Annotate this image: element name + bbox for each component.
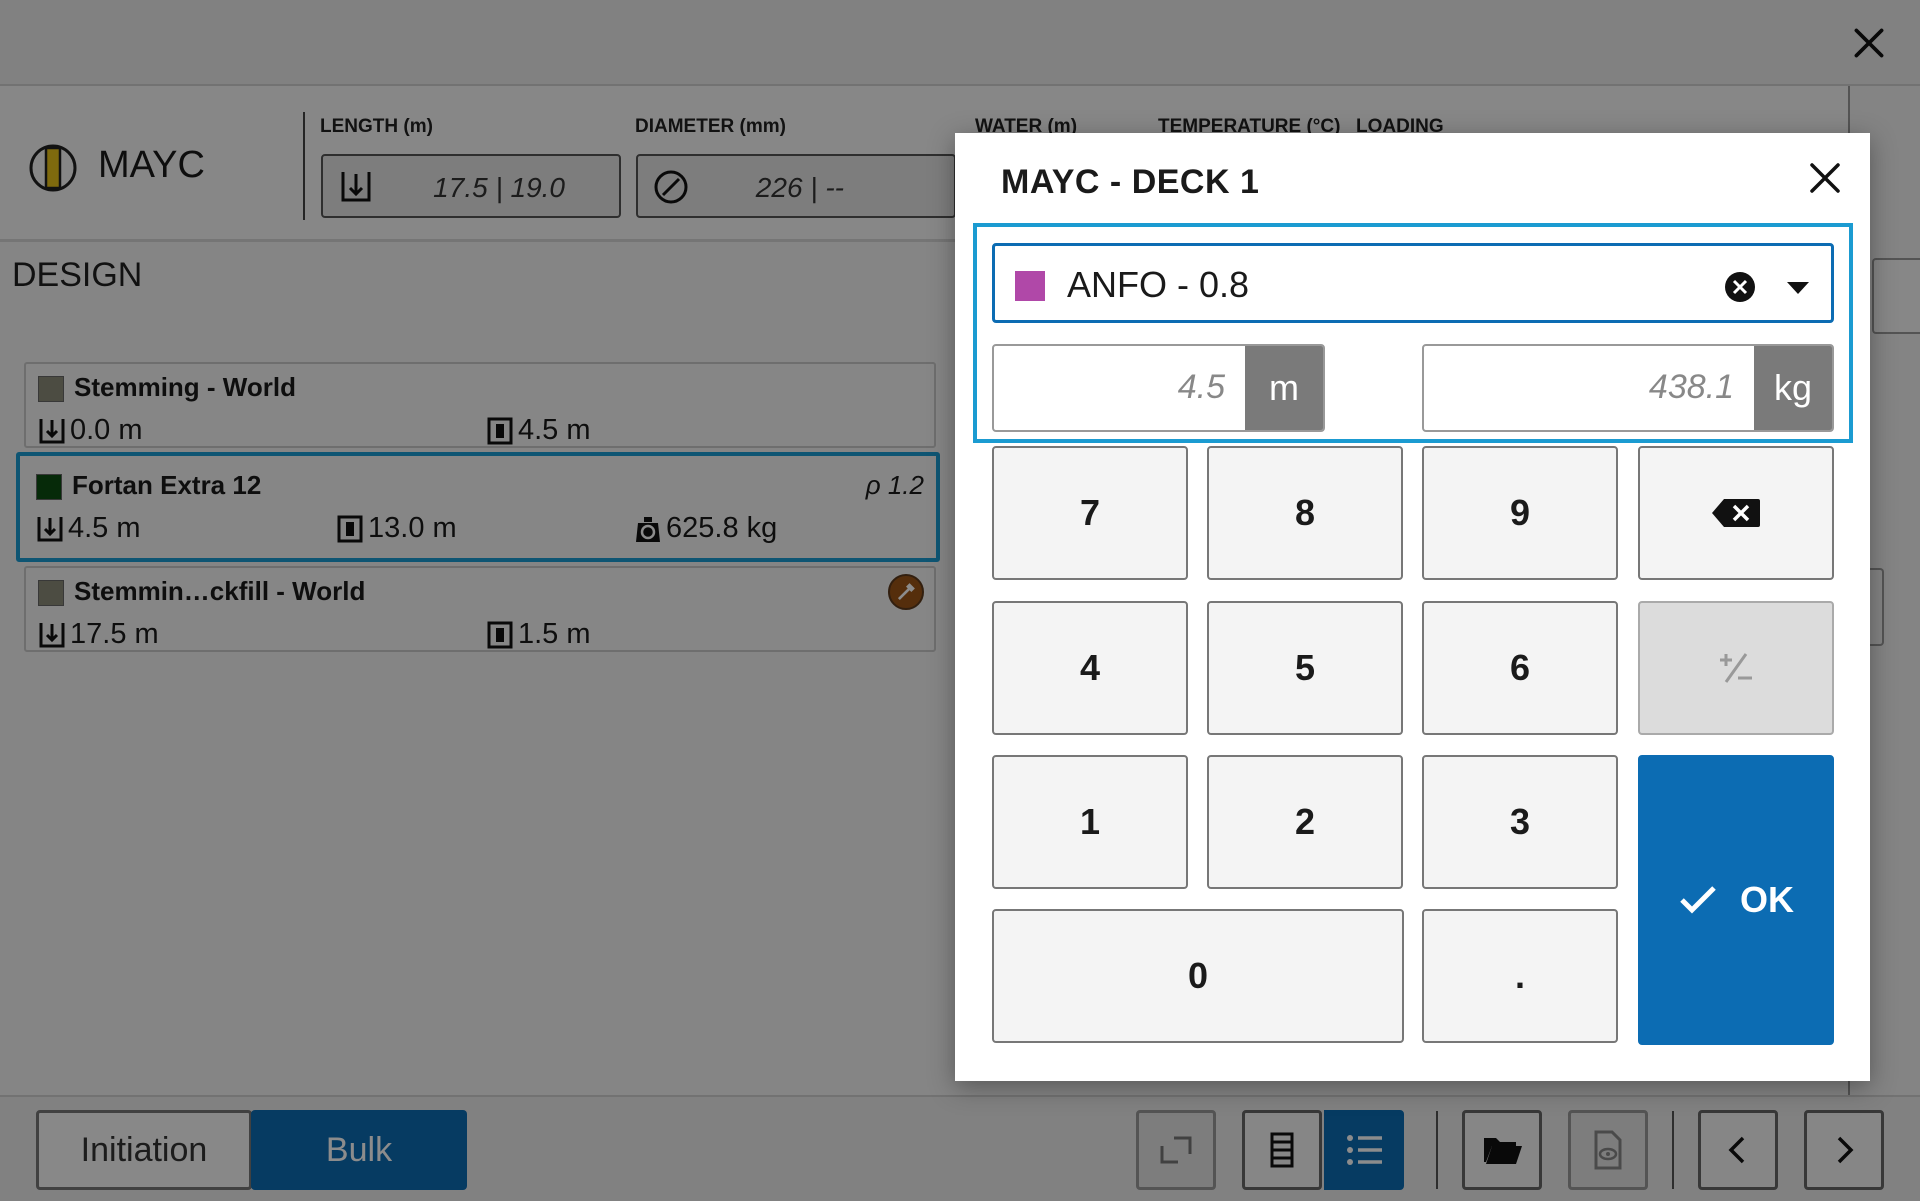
length-unit: m [1245,346,1323,430]
plus-minus-button[interactable] [1638,601,1834,735]
mass-input-value: 438.1 [1648,368,1734,406]
key-0[interactable]: 0 [992,909,1404,1043]
product-color-swatch [1015,271,1045,301]
key-4[interactable]: 4 [992,601,1188,735]
key-7[interactable]: 7 [992,446,1188,580]
mass-unit: kg [1754,346,1832,430]
clear-icon[interactable] [1723,270,1757,304]
key-9[interactable]: 9 [1422,446,1618,580]
length-input[interactable]: 4.5 m [992,344,1325,432]
ok-button[interactable]: OK [1638,755,1834,1045]
key-3[interactable]: 3 [1422,755,1618,889]
chevron-down-icon[interactable] [1785,280,1811,296]
length-input-value: 4.5 [1177,368,1225,406]
key-8[interactable]: 8 [1207,446,1403,580]
product-select[interactable]: ANFO - 0.8 [992,243,1834,323]
mass-input[interactable]: 438.1 kg [1422,344,1834,432]
key-6[interactable]: 6 [1422,601,1618,735]
key-1[interactable]: 1 [992,755,1188,889]
ok-label: OK [1740,879,1794,920]
product-name: ANFO - 0.8 [1067,264,1250,305]
dialog-title: MAYC - DECK 1 [1001,163,1260,201]
close-icon[interactable] [1802,155,1848,201]
key-decimal[interactable]: . [1422,909,1618,1043]
backspace-button[interactable] [1638,446,1834,580]
key-5[interactable]: 5 [1207,601,1403,735]
plus-minus-icon [1720,653,1752,683]
key-2[interactable]: 2 [1207,755,1403,889]
backspace-icon [1712,499,1760,527]
check-icon [1680,886,1716,914]
deck-edit-dialog: MAYC - DECK 1 ANFO - 0.8 4.5 m 438.1 kg … [955,133,1870,1081]
